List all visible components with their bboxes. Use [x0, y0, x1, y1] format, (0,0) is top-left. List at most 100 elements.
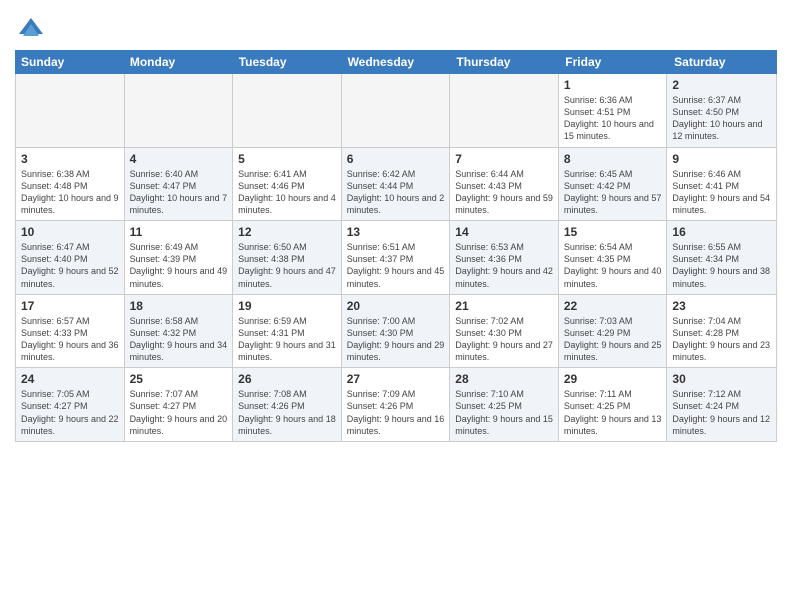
day-info: Sunrise: 7:11 AM Sunset: 4:25 PM Dayligh…: [564, 388, 662, 437]
header-day-saturday: Saturday: [668, 50, 777, 74]
day-cell-27: 27 Sunrise: 7:09 AM Sunset: 4:26 PM Dayli…: [342, 368, 451, 441]
day-number: 15: [564, 225, 662, 239]
day-number: 6: [347, 152, 445, 166]
day-cell-7: 7Sunrise: 6:44 AM Sunset: 4:43 PM Daylig…: [450, 148, 559, 221]
day-cell-16: 16 Sunrise: 6:55 AM Sunset: 4:34 PM Dayli…: [667, 221, 776, 294]
day-cell-15: 15 Sunrise: 6:54 AM Sunset: 4:35 PM Dayli…: [559, 221, 668, 294]
day-info: Sunrise: 6:54 AM Sunset: 4:35 PM Dayligh…: [564, 241, 662, 290]
day-number: 28: [455, 372, 553, 386]
header-day-friday: Friday: [559, 50, 668, 74]
day-info: Sunrise: 7:04 AM Sunset: 4:28 PM Dayligh…: [672, 315, 771, 364]
day-info: Sunrise: 7:03 AM Sunset: 4:29 PM Dayligh…: [564, 315, 662, 364]
day-number: 23: [672, 299, 771, 313]
calendar-body-outer: 1 Sunrise: 6:36 AM Sunset: 4:51 PM Daylig…: [15, 74, 777, 442]
day-number: 8: [564, 152, 662, 166]
day-number: 16: [672, 225, 771, 239]
header-day-sunday: Sunday: [15, 50, 124, 74]
header-day-wednesday: Wednesday: [342, 50, 451, 74]
day-info: Sunrise: 6:42 AM Sunset: 4:44 PM Dayligh…: [347, 168, 445, 217]
day-number: 1: [564, 78, 662, 92]
day-cell-3: 3 Sunrise: 6:38 AM Sunset: 4:48 PM Daylig…: [16, 148, 125, 221]
day-info: Sunrise: 6:45 AM Sunset: 4:42 PM Dayligh…: [564, 168, 662, 217]
day-number: 11: [130, 225, 228, 239]
empty-cell: [233, 74, 342, 147]
day-number: 21: [455, 299, 553, 313]
day-number: 7: [455, 152, 553, 166]
day-info: Sunrise: 6:49 AM Sunset: 4:39 PM Dayligh…: [130, 241, 228, 290]
day-info: Sunrise: 6:59 AM Sunset: 4:31 PM Dayligh…: [238, 315, 336, 364]
header-day-tuesday: Tuesday: [233, 50, 342, 74]
day-cell-23: 23 Sunrise: 7:04 AM Sunset: 4:28 PM Dayli…: [667, 295, 776, 368]
day-number: 29: [564, 372, 662, 386]
day-cell-28: 28 Sunrise: 7:10 AM Sunset: 4:25 PM Dayli…: [450, 368, 559, 441]
day-number: 30: [672, 372, 771, 386]
day-cell-4: 4 Sunrise: 6:40 AM Sunset: 4:47 PM Daylig…: [125, 148, 234, 221]
day-cell-30: 30 Sunrise: 7:12 AM Sunset: 4:24 PM Dayli…: [667, 368, 776, 441]
day-cell-17: 17Sunrise: 6:57 AM Sunset: 4:33 PM Dayli…: [16, 295, 125, 368]
header-day-monday: Monday: [124, 50, 233, 74]
day-number: 26: [238, 372, 336, 386]
day-number: 20: [347, 299, 445, 313]
day-number: 2: [672, 78, 771, 92]
day-cell-10: 10 Sunrise: 6:47 AM Sunset: 4:40 PM Dayli…: [16, 221, 125, 294]
calendar: SundayMondayTuesdayWednesdayThursdayFrid…: [15, 50, 777, 602]
day-number: 18: [130, 299, 228, 313]
day-info: Sunrise: 6:36 AM Sunset: 4:51 PM Dayligh…: [564, 94, 662, 143]
header: [15, 10, 777, 42]
day-number: 27: [347, 372, 445, 386]
day-info: Sunrise: 6:41 AM Sunset: 4:46 PM Dayligh…: [238, 168, 336, 217]
day-info: Sunrise: 6:50 AM Sunset: 4:38 PM Dayligh…: [238, 241, 336, 290]
calendar-row-1: 3 Sunrise: 6:38 AM Sunset: 4:48 PM Daylig…: [16, 148, 776, 222]
day-info: Sunrise: 7:05 AM Sunset: 4:27 PM Dayligh…: [21, 388, 119, 437]
day-number: 22: [564, 299, 662, 313]
day-cell-18: 18 Sunrise: 6:58 AM Sunset: 4:32 PM Dayli…: [125, 295, 234, 368]
day-cell-22: 22 Sunrise: 7:03 AM Sunset: 4:29 PM Dayli…: [559, 295, 668, 368]
day-cell-21: 21 Sunrise: 7:02 AM Sunset: 4:30 PM Dayli…: [450, 295, 559, 368]
empty-cell: [125, 74, 234, 147]
day-info: Sunrise: 6:57 AM Sunset: 4:33 PM Dayligh…: [21, 315, 119, 364]
day-info: Sunrise: 6:37 AM Sunset: 4:50 PM Dayligh…: [672, 94, 771, 143]
day-cell-9: 9 Sunrise: 6:46 AM Sunset: 4:41 PM Daylig…: [667, 148, 776, 221]
day-cell-5: 5 Sunrise: 6:41 AM Sunset: 4:46 PM Daylig…: [233, 148, 342, 221]
day-number: 4: [130, 152, 228, 166]
day-cell-14: 14 Sunrise: 6:53 AM Sunset: 4:36 PM Dayli…: [450, 221, 559, 294]
day-info: Sunrise: 6:47 AM Sunset: 4:40 PM Dayligh…: [21, 241, 119, 290]
day-number: 3: [21, 152, 119, 166]
page: SundayMondayTuesdayWednesdayThursdayFrid…: [0, 0, 792, 612]
calendar-row-3: 17Sunrise: 6:57 AM Sunset: 4:33 PM Dayli…: [16, 295, 776, 369]
day-number: 9: [672, 152, 771, 166]
calendar-row-4: 24Sunrise: 7:05 AM Sunset: 4:27 PM Dayli…: [16, 368, 776, 441]
day-info: Sunrise: 7:09 AM Sunset: 4:26 PM Dayligh…: [347, 388, 445, 437]
day-info: Sunrise: 6:58 AM Sunset: 4:32 PM Dayligh…: [130, 315, 228, 364]
day-cell-11: 11 Sunrise: 6:49 AM Sunset: 4:39 PM Dayli…: [125, 221, 234, 294]
day-info: Sunrise: 6:40 AM Sunset: 4:47 PM Dayligh…: [130, 168, 228, 217]
day-info: Sunrise: 7:07 AM Sunset: 4:27 PM Dayligh…: [130, 388, 228, 437]
day-info: Sunrise: 6:38 AM Sunset: 4:48 PM Dayligh…: [21, 168, 119, 217]
header-day-thursday: Thursday: [450, 50, 559, 74]
calendar-body: 1 Sunrise: 6:36 AM Sunset: 4:51 PM Daylig…: [16, 74, 776, 441]
day-info: Sunrise: 6:53 AM Sunset: 4:36 PM Dayligh…: [455, 241, 553, 290]
day-info: Sunrise: 7:08 AM Sunset: 4:26 PM Dayligh…: [238, 388, 336, 437]
day-number: 13: [347, 225, 445, 239]
day-info: Sunrise: 7:12 AM Sunset: 4:24 PM Dayligh…: [672, 388, 771, 437]
day-cell-8: 8 Sunrise: 6:45 AM Sunset: 4:42 PM Daylig…: [559, 148, 668, 221]
day-info: Sunrise: 7:00 AM Sunset: 4:30 PM Dayligh…: [347, 315, 445, 364]
day-info: Sunrise: 6:55 AM Sunset: 4:34 PM Dayligh…: [672, 241, 771, 290]
day-number: 12: [238, 225, 336, 239]
calendar-row-0: 1 Sunrise: 6:36 AM Sunset: 4:51 PM Daylig…: [16, 74, 776, 148]
day-cell-29: 29 Sunrise: 7:11 AM Sunset: 4:25 PM Dayli…: [559, 368, 668, 441]
day-number: 14: [455, 225, 553, 239]
day-info: Sunrise: 7:02 AM Sunset: 4:30 PM Dayligh…: [455, 315, 553, 364]
calendar-header: SundayMondayTuesdayWednesdayThursdayFrid…: [15, 50, 777, 74]
day-cell-2: 2 Sunrise: 6:37 AM Sunset: 4:50 PM Daylig…: [667, 74, 776, 147]
day-number: 5: [238, 152, 336, 166]
day-info: Sunrise: 7:10 AM Sunset: 4:25 PM Dayligh…: [455, 388, 553, 437]
day-info: Sunrise: 6:46 AM Sunset: 4:41 PM Dayligh…: [672, 168, 771, 217]
day-cell-6: 6 Sunrise: 6:42 AM Sunset: 4:44 PM Daylig…: [342, 148, 451, 221]
day-number: 10: [21, 225, 119, 239]
day-cell-20: 20 Sunrise: 7:00 AM Sunset: 4:30 PM Dayli…: [342, 295, 451, 368]
day-number: 25: [130, 372, 228, 386]
empty-cell: [16, 74, 125, 147]
empty-cell: [450, 74, 559, 147]
empty-cell: [342, 74, 451, 147]
